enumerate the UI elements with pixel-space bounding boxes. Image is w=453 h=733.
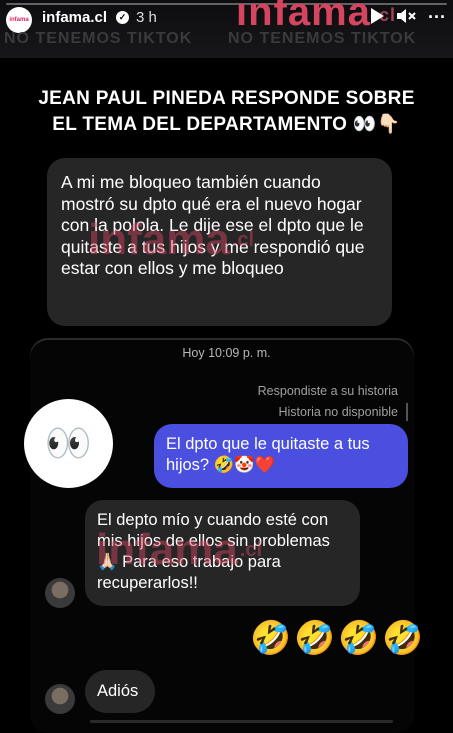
message-input-edge [90,720,393,723]
banner-tagline-left: NO TENEMOS TIKTOK [4,30,193,47]
eyes-sticker-icon: 👀 [24,399,113,488]
story-header: infama infama.cl ✓ 3 h infama .cl NO TENE… [0,0,453,58]
watermark-brand: infama [88,215,230,264]
story-unavailable-label: Historia no disponible [278,405,398,419]
watermark-suffix-2: .cl [239,539,263,561]
headline: JEAN PAUL PINEDA RESPONDE SOBRE EL TEMA … [0,86,453,138]
watermark-brand-2: infama [96,525,238,574]
banner-brand-text: infama [236,0,371,34]
sent-message-bubble[interactable]: El dpto que le quitaste a tus hijos? 🤣🤡❤… [154,424,408,488]
watermark-suffix: .cl [231,229,255,251]
watermark-logo-2: infama .cl [96,528,262,572]
last-message-bubble[interactable]: Adiós [85,670,155,713]
headline-line-2: EL TEMA DEL DEPARTAMENTO 👀👇🏻 [52,114,401,135]
mute-icon[interactable] [396,7,416,29]
story-time: 3 h [136,9,157,26]
sender-avatar-2[interactable] [45,684,75,714]
username[interactable]: infama.cl [42,9,107,26]
avatar-label: infama [9,17,29,23]
verified-badge-icon: ✓ [116,11,129,24]
sender-avatar[interactable] [45,578,75,608]
watermark-logo: infama .cl [88,218,254,262]
replied-to-story-label: Respondiste a su historia [257,384,398,398]
chat-timestamp: Hoy 10:09 p. m. [182,346,271,360]
headline-line-1: JEAN PAUL PINEDA RESPONDE SOBRE [38,88,415,109]
more-options-icon[interactable]: ··· [428,7,446,27]
banner-tagline-right: NO TENEMOS TIKTOK [228,30,417,47]
reply-indicator-bar [406,403,408,421]
emoji-reply-message[interactable]: 🤣🤣🤣🤣 [250,618,426,658]
play-icon[interactable] [369,7,385,29]
